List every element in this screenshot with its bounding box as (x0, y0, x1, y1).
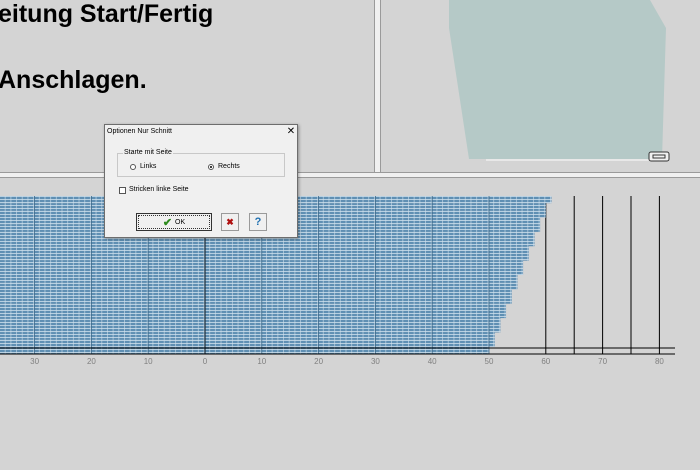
cancel-button[interactable]: ✖ (221, 213, 239, 231)
knit-row-stitches (0, 332, 495, 340)
axis-tick-label: 60 (541, 357, 551, 366)
knit-row-stitches (0, 275, 518, 283)
axis-tick-label: 50 (484, 357, 494, 366)
knit-row-stitches (0, 246, 529, 254)
axis-tick-label: 10 (257, 357, 267, 366)
options-dialog: Optionen Nur Schnitt ✕ Starte mit Seite … (104, 124, 298, 238)
knit-row-stitches (0, 289, 512, 297)
garment-shape (449, 0, 666, 159)
shape-preview (449, 0, 670, 162)
radio-links[interactable] (130, 164, 136, 170)
knit-row-stitches (0, 339, 495, 347)
printer-icon[interactable] (648, 151, 670, 162)
knit-row-stitches (0, 282, 518, 290)
radio-rechts[interactable] (208, 164, 214, 170)
knit-row-stitches (0, 296, 512, 304)
axis-tick-label: 40 (427, 357, 437, 366)
help-button[interactable]: ? (249, 213, 267, 231)
axis-tick-label: 20 (314, 357, 324, 366)
radio-links-label[interactable]: Links (140, 163, 156, 170)
heading-line-2: Anschlagen. (0, 66, 147, 94)
dialog-title: Optionen Nur Schnitt (107, 128, 172, 135)
ok-button-label: OK (175, 218, 186, 226)
stricken-linke-seite-checkbox[interactable] (119, 187, 126, 194)
radio-rechts-label[interactable]: Rechts (218, 163, 240, 170)
axis-tick-label: 0 (202, 357, 208, 366)
stricken-linke-seite-label[interactable]: Stricken linke Seite (129, 186, 189, 193)
close-icon[interactable]: ✕ (285, 126, 297, 138)
axis-tick-label: 30 (370, 357, 380, 366)
axis-tick-label: 20 (86, 357, 96, 366)
axis-tick-label: 30 (30, 357, 40, 366)
knit-row-stitches (0, 325, 501, 333)
heading-line-1: eitung Start/Fertig (0, 0, 214, 28)
knit-row-stitches (0, 303, 507, 311)
help-icon: ? (254, 216, 262, 228)
axis-tick-label: 70 (598, 357, 608, 366)
cancel-x-icon: ✖ (226, 216, 234, 227)
checkmark-icon: ✔ (162, 216, 173, 229)
knit-row-stitches (0, 318, 501, 326)
knit-row-stitches (0, 310, 507, 319)
knit-row-stitches (0, 253, 529, 261)
axis-tick-label: 80 (654, 357, 664, 366)
start-side-group-label: Starte mit Seite (123, 149, 173, 156)
knit-row-stitches (0, 239, 535, 247)
axis-tick-label: 10 (143, 357, 153, 366)
ok-button[interactable]: ✔ OK (136, 213, 212, 231)
